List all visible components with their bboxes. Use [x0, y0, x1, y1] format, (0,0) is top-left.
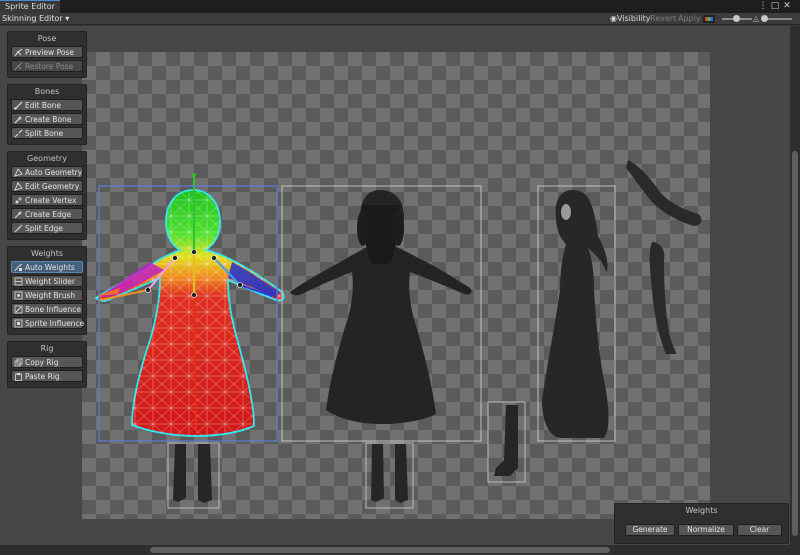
bone-influence-icon [14, 305, 23, 314]
copy-rig-icon [14, 358, 23, 367]
create-bone-button[interactable]: Create Bone [11, 113, 83, 125]
rig-panel: Rig Copy Rig Paste Rig [7, 341, 87, 388]
geometry-panel-title: Geometry [27, 154, 67, 163]
weights-tools-title: Weights [30, 249, 64, 258]
weight-brush-button[interactable]: Weight Brush [11, 289, 83, 301]
rig-panel-title: Rig [40, 344, 54, 353]
split-edge-button[interactable]: Split Edge [11, 222, 83, 234]
preview-pose-label: Preview Pose [25, 48, 74, 57]
sprite-boot[interactable] [487, 401, 526, 483]
restore-pose-button[interactable]: Restore Pose [11, 60, 83, 72]
weight-brush-label: Weight Brush [25, 291, 76, 300]
sprite-legs-1[interactable] [167, 442, 220, 509]
pose-panel: Pose Preview Pose Restore Pose [7, 31, 87, 78]
paste-rig-button[interactable]: Paste Rig [11, 370, 83, 382]
sprite-arm-upper[interactable] [626, 160, 702, 226]
auto-geometry-label: Auto Geometry [25, 168, 83, 177]
edit-geometry-icon [14, 182, 23, 191]
copy-rig-button[interactable]: Copy Rig [11, 356, 83, 368]
edit-geometry-label: Edit Geometry [25, 182, 80, 191]
auto-weights-label: Auto Weights [25, 263, 75, 272]
split-edge-icon [14, 224, 23, 233]
preview-pose-icon [14, 48, 23, 57]
create-vertex-icon [15, 197, 22, 204]
weight-slider-icon [14, 277, 23, 286]
preview-pose-button[interactable]: Preview Pose [11, 46, 83, 58]
sprite-sheet-view[interactable] [0, 0, 790, 545]
normalize-button[interactable]: Normalize [678, 524, 734, 536]
weights-tools-panel: Weights Auto Weights Weight Slider Weigh… [7, 246, 87, 335]
edit-geometry-button[interactable]: Edit Geometry [11, 180, 83, 192]
sprite-arm-lower[interactable] [649, 242, 676, 354]
pose-panel-title: Pose [37, 34, 57, 43]
split-bone-button[interactable]: Split Bone [11, 127, 83, 139]
vertical-scroll-thumb[interactable] [792, 151, 798, 536]
edit-bone-label: Edit Bone [25, 101, 62, 110]
edit-bone-button[interactable]: Edit Bone [11, 99, 83, 111]
create-bone-icon [14, 116, 22, 124]
paste-rig-label: Paste Rig [25, 372, 60, 381]
bone-influence-label: Bone Influence [25, 305, 82, 314]
paste-rig-icon [15, 373, 22, 381]
create-vertex-button[interactable]: Create Vertex [11, 194, 83, 206]
edit-bone-icon [14, 101, 23, 110]
create-edge-label: Create Edge [25, 210, 72, 219]
restore-pose-icon [14, 62, 23, 71]
bone-influence-button[interactable]: Bone Influence [11, 303, 83, 315]
split-bone-label: Split Bone [25, 129, 64, 138]
weight-brush-icon [14, 291, 23, 300]
vertical-scrollbar[interactable] [790, 26, 800, 545]
create-edge-button[interactable]: Create Edge [11, 208, 83, 220]
clear-button[interactable]: Clear [737, 524, 782, 536]
auto-geometry-icon [14, 168, 23, 177]
weight-slider-button[interactable]: Weight Slider [11, 275, 83, 287]
sprite-influence-icon [14, 319, 23, 328]
bones-panel-title: Bones [34, 87, 60, 96]
horizontal-scrollbar[interactable] [0, 545, 800, 555]
bones-panel: Bones Edit Bone Create Bone Split Bone [7, 84, 87, 145]
sprite-side-view[interactable] [537, 185, 616, 442]
selected-sprite-mesh[interactable] [94, 173, 285, 437]
sprite-influence-label: Sprite Influence [25, 319, 85, 328]
horizontal-scroll-thumb[interactable] [150, 547, 610, 553]
create-bone-label: Create Bone [25, 115, 72, 124]
restore-pose-label: Restore Pose [25, 62, 74, 71]
copy-rig-label: Copy Rig [25, 358, 59, 367]
create-vertex-label: Create Vertex [25, 196, 77, 205]
sprite-influence-button[interactable]: Sprite Influence [11, 317, 85, 329]
weights-inspector-panel: Weights Generate Normalize Clear [614, 503, 789, 544]
weights-inspector-title: Weights [685, 506, 718, 515]
auto-weights-icon [14, 263, 23, 272]
generate-button[interactable]: Generate [625, 524, 675, 536]
geometry-panel: Geometry Auto Geometry Edit Geometry Cre… [7, 151, 87, 240]
sprite-legs-2[interactable] [365, 442, 414, 509]
split-bone-icon [14, 129, 23, 138]
weight-slider-label: Weight Slider [25, 277, 75, 286]
split-edge-label: Split Edge [25, 224, 63, 233]
auto-geometry-button[interactable]: Auto Geometry [11, 166, 83, 178]
auto-weights-button[interactable]: Auto Weights [11, 261, 83, 273]
sprite-front-view[interactable] [281, 185, 482, 442]
create-edge-icon [14, 211, 22, 219]
